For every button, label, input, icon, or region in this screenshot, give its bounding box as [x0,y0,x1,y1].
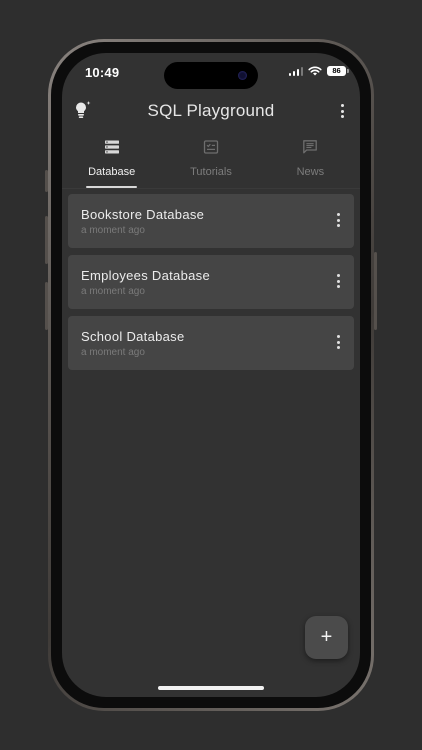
status-bar: 10:49 86 [62,53,360,93]
tab-tutorials[interactable]: Tutorials [161,133,260,188]
plus-icon: + [320,626,333,648]
cellular-signal-icon [288,66,303,76]
volume-down-button [45,282,48,330]
database-card-school[interactable]: School Database a moment ago [68,316,354,370]
camera-icon [238,71,247,80]
action-button [45,170,48,192]
news-icon [303,140,318,154]
database-card-bookstore[interactable]: Bookstore Database a moment ago [68,194,354,248]
tab-database[interactable]: Database [62,133,161,188]
database-name: School Database [81,329,185,344]
tab-label: Database [88,166,136,178]
power-button [374,252,377,330]
battery-icon: 86 [327,66,349,76]
app-screen: 10:49 86 SQL Playground Database Tutoria… [62,53,360,697]
wifi-icon [308,66,322,76]
dynamic-island [164,62,258,89]
database-list: Bookstore Database a moment ago Employee… [68,194,354,377]
more-vert-icon[interactable] [332,332,344,352]
home-indicator [158,686,264,690]
status-icons: 86 [288,66,349,76]
database-updated: a moment ago [81,225,145,236]
database-updated: a moment ago [81,286,145,297]
database-updated: a moment ago [81,347,145,358]
database-card-employees[interactable]: Employees Database a moment ago [68,255,354,309]
app-header: SQL Playground [62,93,360,131]
database-name: Bookstore Database [81,207,205,222]
tutorials-icon [203,140,219,154]
more-vert-icon[interactable] [332,210,344,230]
volume-up-button [45,216,48,264]
add-database-button[interactable]: + [305,616,348,659]
database-icon [104,140,119,154]
database-name: Employees Database [81,268,210,283]
more-vert-icon[interactable] [334,101,350,121]
status-time: 10:49 [85,65,120,80]
tab-bar: Database Tutorials News [62,133,360,189]
active-tab-indicator [86,186,137,188]
tab-news[interactable]: News [261,133,360,188]
page-title: SQL Playground [147,101,275,120]
tab-label: News [296,166,325,178]
tab-label: Tutorials [190,166,232,178]
more-vert-icon[interactable] [332,271,344,291]
